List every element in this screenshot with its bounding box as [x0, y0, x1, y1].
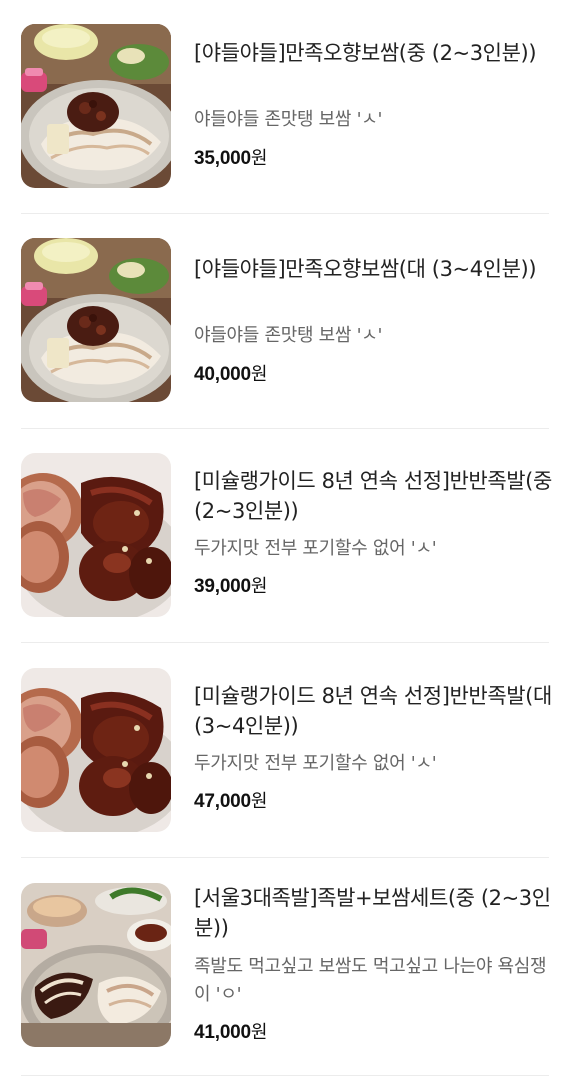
product-title[interactable]: [야들야들]만족오향보쌈(중 (2~3인분))	[194, 38, 554, 68]
item-divider	[21, 213, 549, 214]
product-price: 40,000원	[194, 362, 267, 388]
product-description: 두가지맛 전부 포기할수 없어 'ㅅ'	[194, 753, 437, 774]
bossam-photo[interactable]	[21, 24, 171, 188]
currency-label: 원	[250, 576, 268, 597]
product-description: 족발도 먹고싶고 보쌈도 먹고싶고 나는야 욕심쟁이 'ㅇ'	[194, 956, 547, 1005]
item-divider	[21, 642, 549, 643]
product-price: 35,000원	[194, 146, 267, 172]
product-price: 39,000원	[194, 574, 267, 600]
price-value: 39,000	[194, 576, 251, 597]
product-description: 야들야들 존맛탱 보쌈 'ㅅ'	[194, 109, 383, 130]
combo-photo[interactable]	[21, 883, 171, 1047]
price-value: 47,000	[194, 791, 251, 812]
product-description: 야들야들 존맛탱 보쌈 'ㅅ'	[194, 325, 383, 346]
price-value: 41,000	[194, 1022, 251, 1043]
product-price: 41,000원	[194, 1020, 267, 1046]
product-title[interactable]: [야들야들]만족오향보쌈(대 (3~4인분))	[194, 254, 554, 284]
jokbal-photo[interactable]	[21, 453, 171, 617]
item-divider	[21, 1075, 549, 1076]
product-title[interactable]: [서울3대족발]족발+보쌈세트(중 (2~3인분))	[194, 883, 554, 943]
product-description: 두가지맛 전부 포기할수 없어 'ㅅ'	[194, 538, 437, 559]
product-title[interactable]: [미슐랭가이드 8년 연속 선정]반반족발(중 (2~3인분))	[194, 466, 554, 526]
product-price: 47,000원	[194, 789, 267, 815]
jokbal-photo[interactable]	[21, 668, 171, 832]
currency-label: 원	[250, 1022, 268, 1043]
item-divider	[21, 428, 549, 429]
currency-label: 원	[250, 791, 268, 812]
item-divider	[21, 857, 549, 858]
product-title[interactable]: [미슐랭가이드 8년 연속 선정]반반족발(대 (3~4인분))	[194, 681, 554, 741]
price-value: 35,000	[194, 148, 251, 169]
price-value: 40,000	[194, 364, 251, 385]
currency-label: 원	[250, 364, 268, 385]
currency-label: 원	[250, 148, 268, 169]
bossam-photo[interactable]	[21, 238, 171, 402]
